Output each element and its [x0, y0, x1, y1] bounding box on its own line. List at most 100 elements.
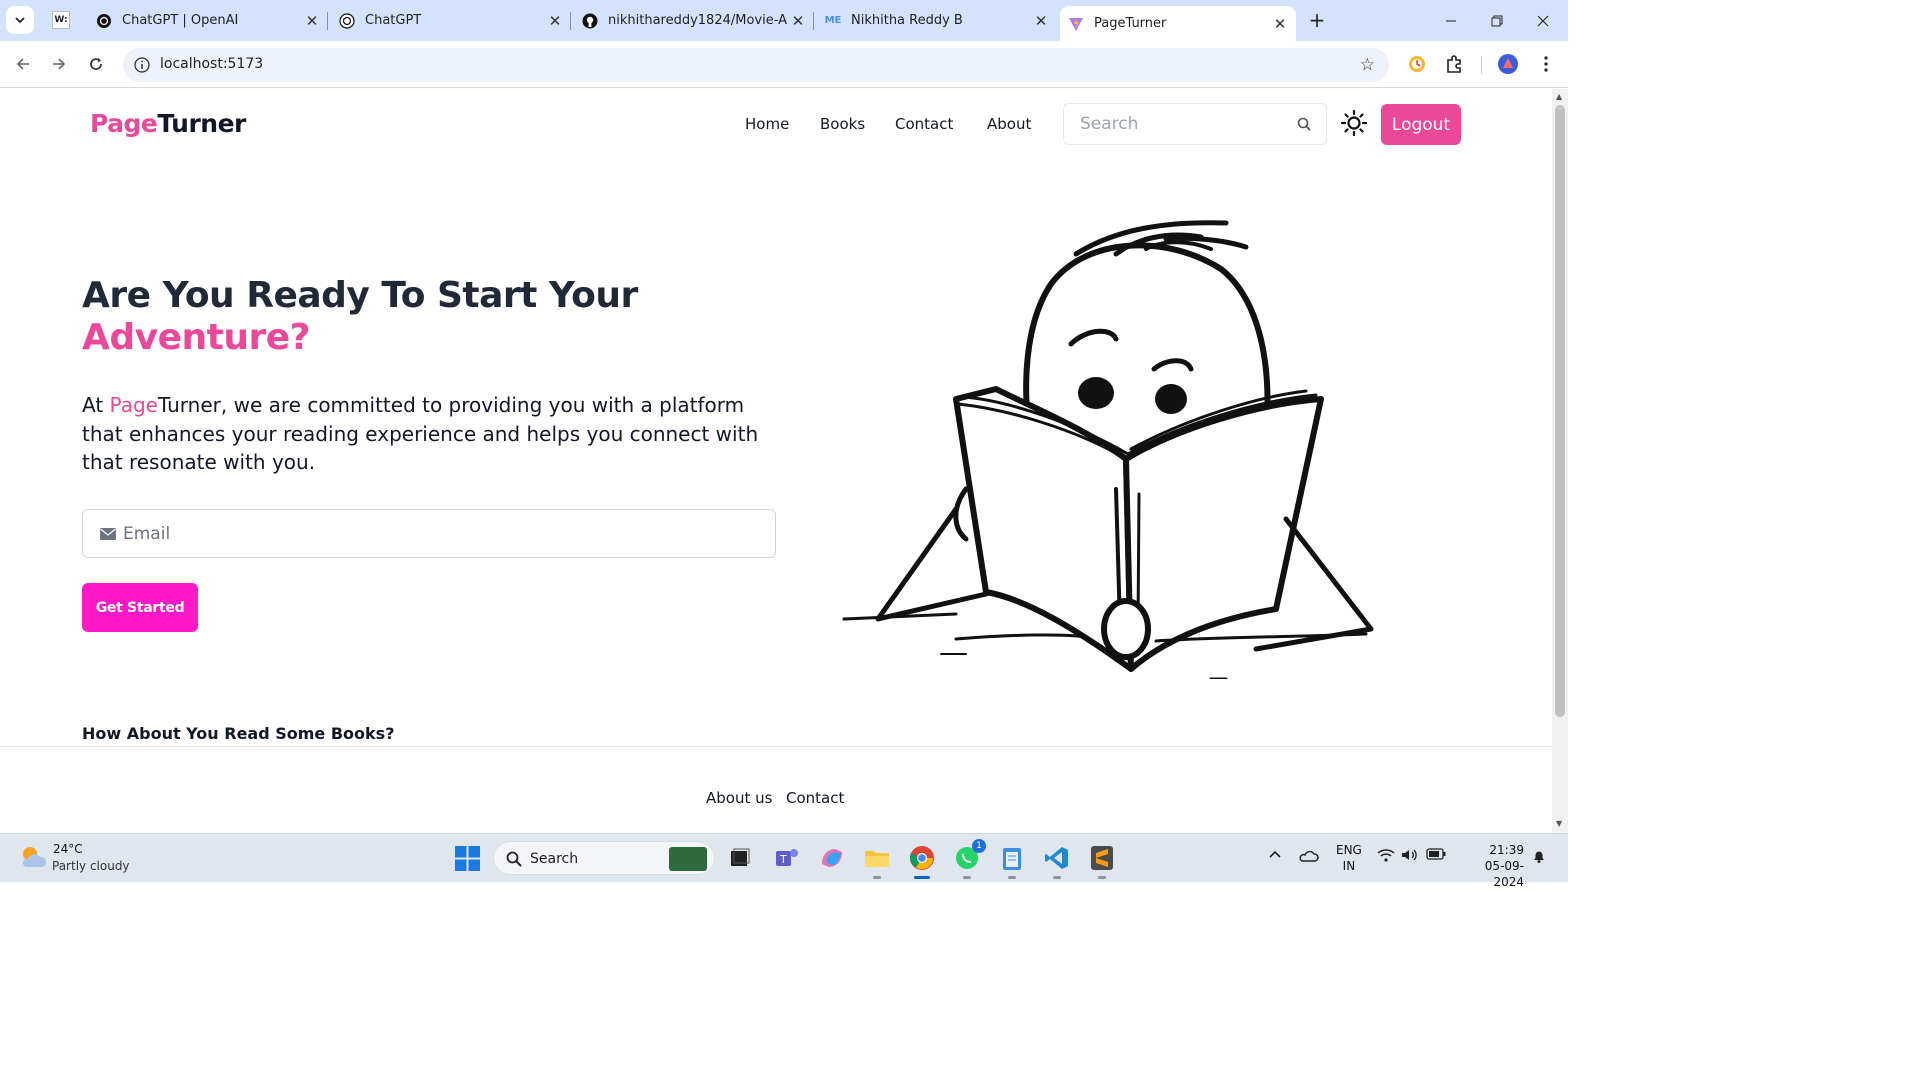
me-icon: ME [824, 15, 842, 26]
footer-divider [0, 746, 1552, 747]
close-window-button[interactable] [1520, 0, 1566, 41]
restore-button[interactable] [1474, 0, 1520, 41]
page-scrollbar[interactable]: ▲ ▼ [1552, 89, 1568, 833]
nav-contact[interactable]: Contact [895, 115, 953, 133]
books-section-heading: How About You Read Some Books? [82, 724, 395, 743]
whatsapp-icon[interactable]: 1 [952, 839, 986, 879]
back-button[interactable] [11, 52, 35, 76]
tab-divider [570, 12, 571, 30]
scrollbar-thumb[interactable] [1555, 105, 1565, 717]
search-icon[interactable] [1296, 116, 1312, 132]
browser-tab-bar: W: ChatGPT | OpenAI ✕ ChatGPT ✕ nikhitha… [0, 0, 1568, 41]
logo-turner: Turner [157, 109, 246, 138]
onedrive-sync-icon[interactable] [1299, 848, 1319, 868]
sun-icon[interactable] [1340, 109, 1368, 137]
scroll-up-icon[interactable]: ▲ [1556, 92, 1562, 101]
footer-contact-link[interactable]: Contact [786, 789, 844, 807]
openai-icon [96, 13, 112, 29]
weather-temperature: 24°C [53, 842, 83, 856]
nav-about[interactable]: About [987, 115, 1031, 133]
close-icon[interactable]: ✕ [788, 12, 808, 30]
bookmark-star-icon[interactable]: ☆ [1360, 55, 1375, 75]
envelope-icon [100, 528, 116, 540]
tab-github-repo[interactable]: nikhithareddy1824/Movie-App- ✕ [582, 0, 808, 41]
reading-person-illustration [842, 220, 1374, 679]
arrow-right-icon [53, 58, 66, 70]
language-indicator[interactable]: ENG IN [1336, 842, 1362, 874]
volume-icon[interactable] [1401, 848, 1419, 866]
minimize-button[interactable] [1428, 0, 1474, 41]
plus-icon: + [1308, 8, 1326, 32]
reload-button[interactable] [84, 52, 108, 76]
running-indicator [914, 876, 930, 879]
close-icon[interactable]: ✕ [302, 12, 322, 30]
running-indicator [1098, 876, 1106, 879]
tab-pageturner[interactable]: PageTurner ✕ [1060, 6, 1296, 41]
pinned-tab[interactable]: W: [52, 11, 70, 29]
arrow-left-icon [16, 58, 29, 70]
tab-title: Nikhitha Reddy B [851, 13, 963, 28]
logout-button[interactable]: Logout [1381, 104, 1461, 145]
tab-title: PageTurner [1094, 16, 1167, 31]
forward-button[interactable] [47, 52, 71, 76]
windows-start-icon[interactable] [455, 846, 480, 871]
extension-clock-icon[interactable] [1406, 53, 1428, 75]
tab-chatgpt-openai[interactable]: ChatGPT | OpenAI ✕ [96, 0, 322, 41]
partly-cloudy-icon[interactable] [18, 843, 48, 871]
system-clock[interactable]: 21:39 05-09-2024 [1458, 842, 1524, 890]
nav-books[interactable]: Books [820, 115, 865, 133]
taskbar-search[interactable]: Search [493, 841, 715, 875]
tab-chatgpt[interactable]: ChatGPT ✕ [339, 0, 565, 41]
new-tab-button[interactable]: + [1306, 8, 1328, 32]
site-logo[interactable]: PageTurner [90, 109, 246, 138]
hero-text-brand-page: Page [109, 393, 158, 417]
taskbar-search-label: Search [530, 851, 579, 867]
hero-text-brand-turner: Turner [157, 393, 221, 417]
weather-description: Partly cloudy [52, 859, 130, 873]
chrome-icon[interactable] [907, 843, 937, 879]
search-input[interactable] [1064, 104, 1289, 144]
chevron-up-icon[interactable] [1268, 848, 1282, 864]
copilot-icon[interactable] [817, 843, 847, 873]
lang-line2: IN [1342, 859, 1356, 873]
clock-date: 05-09-2024 [1484, 859, 1524, 889]
address-bar[interactable]: localhost:5173 ☆ [123, 48, 1389, 82]
teams-icon[interactable]: T [772, 843, 802, 873]
profile-avatar-icon[interactable] [1497, 53, 1519, 75]
scroll-down-icon[interactable]: ▼ [1556, 819, 1562, 828]
clock-time: 21:39 [1489, 843, 1524, 857]
battery-icon[interactable] [1426, 848, 1446, 864]
hero-title-line2: Adventure? [82, 317, 311, 358]
wifi-icon[interactable] [1377, 848, 1395, 866]
reload-icon [90, 58, 102, 70]
extensions-puzzle-icon[interactable] [1443, 53, 1465, 75]
hero-description: At PageTurner, we are committed to provi… [82, 391, 782, 477]
running-indicator [963, 876, 971, 879]
search-icon [506, 851, 522, 867]
close-icon[interactable]: ✕ [1270, 15, 1290, 33]
minimize-icon [1446, 20, 1456, 21]
get-started-button[interactable]: Get Started [82, 583, 198, 632]
browser-menu-icon[interactable] [1535, 53, 1557, 75]
tab-title: ChatGPT | OpenAI [122, 13, 239, 28]
tab-nikhitha-reddy[interactable]: ME Nikhitha Reddy B ✕ [825, 0, 1051, 41]
nav-home[interactable]: Home [745, 115, 789, 133]
notification-bell-icon[interactable] [1531, 848, 1547, 868]
file-explorer-icon[interactable] [862, 843, 892, 879]
windows-taskbar: 24°C Partly cloudy Search T 1 ENG IN 21:3… [0, 833, 1568, 889]
email-input[interactable] [123, 510, 763, 557]
running-indicator [1008, 876, 1016, 879]
notepad-icon[interactable] [997, 843, 1027, 879]
vscode-icon[interactable] [1042, 843, 1072, 879]
close-icon[interactable]: ✕ [1031, 12, 1051, 30]
footer-about-link[interactable]: About us [706, 789, 772, 807]
tab-search-button[interactable] [6, 6, 34, 34]
tab-title: ChatGPT [365, 13, 422, 28]
task-view-icon[interactable] [725, 843, 755, 873]
sublime-text-icon[interactable] [1087, 843, 1117, 879]
close-icon [1537, 15, 1549, 26]
close-icon[interactable]: ✕ [545, 12, 565, 30]
search-highlight-icon [669, 847, 707, 871]
toolbar-divider [1481, 56, 1482, 74]
site-info-icon[interactable] [133, 56, 151, 74]
